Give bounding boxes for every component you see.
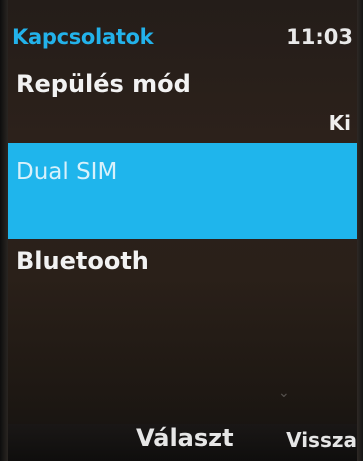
menu-item-label: Bluetooth: [16, 247, 149, 275]
screen-bezel-right: [357, 0, 363, 461]
menu-item-bluetooth[interactable]: Bluetooth: [8, 243, 357, 287]
screen-title: Kapcsolatok: [12, 25, 154, 49]
back-softkey[interactable]: Vissza: [286, 428, 357, 452]
menu-item-dual-sim[interactable]: Dual SIM: [8, 143, 357, 239]
select-softkey[interactable]: Választ: [136, 424, 234, 452]
softkey-bar: Választ Vissza: [8, 424, 357, 461]
screen-bezel-left: [0, 0, 8, 461]
phone-screen: Kapcsolatok 11:03 Repülés mód Ki Dual SI…: [0, 0, 363, 461]
clock: 11:03: [286, 25, 353, 49]
menu-item-value: Ki: [328, 111, 351, 135]
menu-item-flight-mode[interactable]: Repülés mód Ki: [8, 66, 357, 146]
status-bar: Kapcsolatok 11:03: [8, 22, 357, 52]
screen-glare: ⌄: [278, 385, 290, 401]
menu-item-label: Dual SIM: [16, 159, 118, 185]
menu-item-label: Repülés mód: [16, 70, 191, 98]
